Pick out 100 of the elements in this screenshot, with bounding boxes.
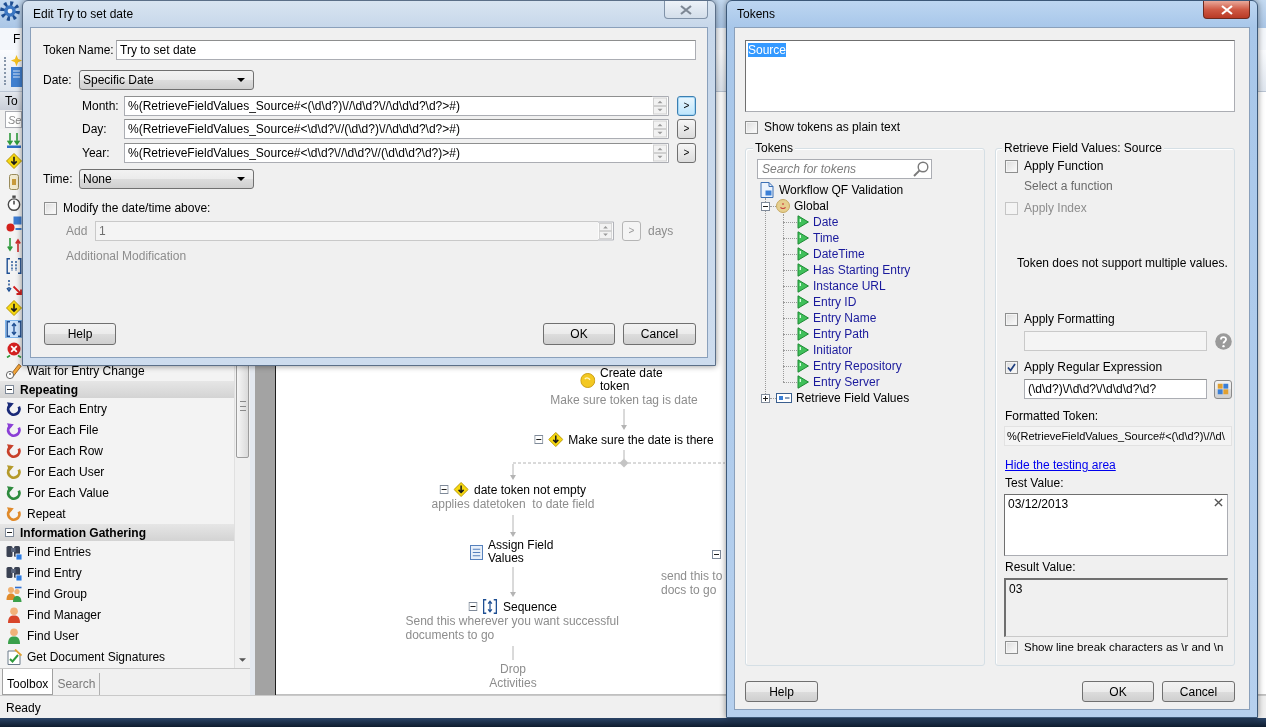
collapse-toggle[interactable] xyxy=(761,201,770,211)
field-label: Formatted Token: xyxy=(1005,409,1099,423)
tree-item[interactable]: Workflow QF Validation xyxy=(759,182,911,198)
circle-icon xyxy=(776,199,790,213)
toolbox-item[interactable]: For Each Row xyxy=(0,440,234,461)
testing-link[interactable]: Hide the testing area xyxy=(1005,458,1116,472)
toolbox-item[interactable]: For Each Entry xyxy=(0,398,234,419)
collapse-toggle[interactable] xyxy=(534,435,544,444)
toolbox-item[interactable]: Find User xyxy=(0,625,234,646)
insert-token-button[interactable]: > xyxy=(677,119,696,139)
cancel-button[interactable]: Cancel xyxy=(623,323,696,345)
tree-item[interactable]: Has Starting Entry xyxy=(783,262,911,278)
category-header[interactable]: Information Gathering xyxy=(0,524,234,541)
menu-item[interactable]: F xyxy=(13,32,21,46)
sparkle-document-icon[interactable] xyxy=(10,54,23,87)
activity-title[interactable]: Create date token xyxy=(600,367,668,393)
unit-label: days xyxy=(648,224,674,238)
help-button[interactable]: Help xyxy=(745,681,818,702)
window-title: Edit Try to set date xyxy=(33,7,134,21)
checkbox-label: Show line break characters as \r and \n xyxy=(1024,640,1224,654)
spinner-icon[interactable] xyxy=(652,119,669,139)
spinner-icon[interactable] xyxy=(652,96,669,116)
tree-item[interactable]: Date xyxy=(783,214,911,230)
activity-title[interactable]: Sequence xyxy=(502,599,557,614)
tree-item[interactable]: Entry Path xyxy=(783,326,911,342)
connector-arrow xyxy=(510,463,516,480)
insert-token-button[interactable]: > xyxy=(677,96,696,116)
regex-field[interactable]: (\d\d?)\/\d\d?\/\d\d\d?\d? xyxy=(1024,379,1207,399)
person-icon xyxy=(6,627,22,644)
checkbox[interactable] xyxy=(1005,360,1018,374)
tree-item[interactable]: Entry Server xyxy=(783,374,911,390)
diamond-icon xyxy=(548,432,564,447)
triangle-icon xyxy=(797,279,809,293)
help-button[interactable]: Help xyxy=(44,323,116,345)
expand-toggle[interactable] xyxy=(761,393,770,403)
ok-button[interactable]: OK xyxy=(543,323,615,345)
tree-item[interactable]: DateTime xyxy=(783,246,911,262)
tree-item[interactable]: Entry Name xyxy=(783,310,911,326)
test-value-field[interactable]: 03/12/2013 xyxy=(1004,494,1228,556)
binoculars-icon xyxy=(6,564,22,581)
scroll-down-icon[interactable] xyxy=(239,658,246,662)
toolbox-item[interactable]: Wait for Entry Change xyxy=(0,360,234,381)
toolbox-item[interactable]: Repeat xyxy=(0,503,234,524)
checkbox[interactable] xyxy=(44,201,57,215)
toolbox-item[interactable]: For Each User xyxy=(0,461,234,482)
toolbox-item[interactable]: Find Manager xyxy=(0,604,234,625)
spinner-icon[interactable] xyxy=(652,143,669,163)
dropdown[interactable]: Specific Date xyxy=(79,70,254,90)
toolbox-item[interactable]: Get Document Signatures xyxy=(0,646,234,667)
tree-item[interactable]: Instance URL xyxy=(783,278,911,294)
builder-button[interactable] xyxy=(1214,379,1232,399)
field-label: Date: xyxy=(43,73,73,87)
signed-document-icon xyxy=(6,648,22,665)
cancel-button[interactable]: Cancel xyxy=(1162,681,1235,702)
collapse-toggle[interactable] xyxy=(5,528,14,537)
activity-title[interactable]: Make sure the date is there xyxy=(568,432,714,447)
token-name-field[interactable]: Try to set date xyxy=(116,40,696,60)
collapse-toggle[interactable] xyxy=(468,602,478,611)
tree-item[interactable]: Entry Repository xyxy=(783,358,911,374)
window-title: Tokens xyxy=(737,7,776,21)
checkbox[interactable] xyxy=(1005,159,1018,173)
formatted-token-field[interactable]: %(RetrieveFieldValues_Source#<(\d\d?)\//\d\ xyxy=(1004,426,1232,446)
close-button[interactable] xyxy=(1203,1,1250,19)
field-label: Result Value: xyxy=(1005,560,1076,574)
search-field[interactable]: Se xyxy=(5,111,22,128)
tree-item[interactable]: Time xyxy=(783,230,911,246)
toolbox-item[interactable]: For Each File xyxy=(0,419,234,440)
toolbox-item[interactable]: Find Group xyxy=(0,583,234,604)
toolbox-item[interactable]: For Each Value xyxy=(0,482,234,503)
tree-item[interactable]: Initiator xyxy=(783,342,911,358)
result-value-field[interactable]: 03 xyxy=(1004,578,1228,637)
junction-marker xyxy=(619,458,629,468)
checkbox[interactable] xyxy=(1005,640,1018,654)
collapse-toggle[interactable] xyxy=(439,485,449,494)
document-icon xyxy=(759,182,775,198)
note-text: Token does not support multiple values. xyxy=(1017,256,1228,270)
dropdown[interactable]: None xyxy=(79,169,254,189)
category-header[interactable]: Repeating xyxy=(0,381,234,398)
insert-token-button[interactable]: > xyxy=(677,143,696,163)
collapse-toggle[interactable] xyxy=(5,385,14,394)
ok-button[interactable]: OK xyxy=(1082,681,1154,702)
panel-tab[interactable]: Toolbox xyxy=(2,669,54,695)
tree-item[interactable]: Retrieve Field Values xyxy=(761,390,911,406)
search-field[interactable]: Search for tokens xyxy=(757,159,932,179)
toolbox-item[interactable]: Find Entries xyxy=(0,541,234,562)
field-label: Add xyxy=(66,224,89,238)
checkbox[interactable] xyxy=(745,120,758,134)
help-icon[interactable] xyxy=(1215,332,1232,350)
close-icon xyxy=(680,4,692,15)
loop-arrow-icon xyxy=(6,442,22,459)
toolbox-item[interactable]: Find Entry xyxy=(0,562,234,583)
activity-title[interactable]: Assign Field Values xyxy=(488,539,556,565)
collapse-toggle[interactable] xyxy=(712,550,721,559)
tree-item[interactable]: Entry ID xyxy=(783,294,911,310)
gear-icon[interactable] xyxy=(0,1,20,21)
activity-title[interactable]: date token not empty xyxy=(473,482,587,497)
tree-item[interactable]: Global xyxy=(761,198,911,214)
checkbox[interactable] xyxy=(1005,312,1018,326)
connector-arrow xyxy=(510,514,516,537)
triangle-icon xyxy=(797,247,809,261)
